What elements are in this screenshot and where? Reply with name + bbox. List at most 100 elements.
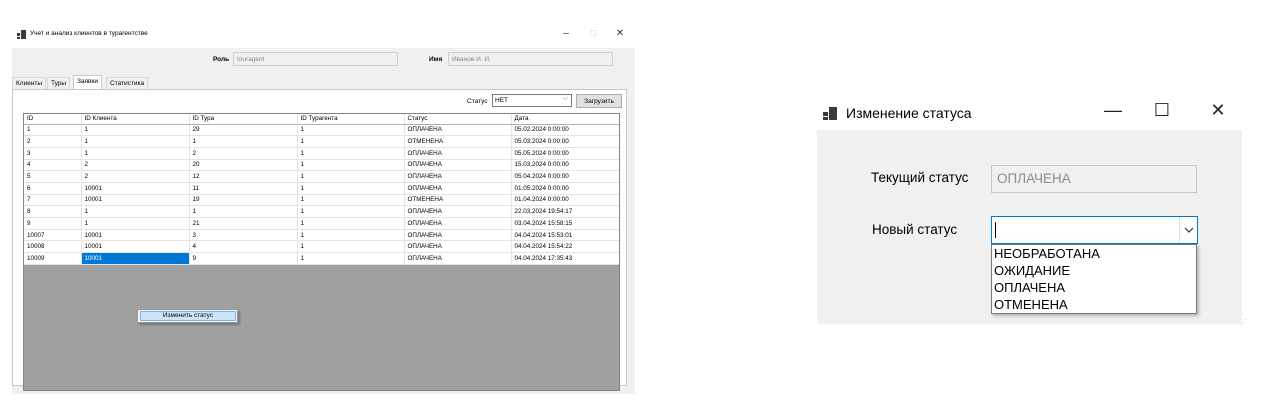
- new-status-dropdown-button[interactable]: [1179, 217, 1197, 243]
- table-cell[interactable]: 1: [297, 170, 405, 183]
- dialog-close-button[interactable]: ✕: [1206, 100, 1230, 121]
- table-cell[interactable]: 3: [189, 229, 298, 242]
- table-cell[interactable]: 1: [81, 217, 190, 230]
- table-cell[interactable]: 1: [297, 182, 405, 195]
- tab-requests[interactable]: Заявки: [73, 75, 102, 89]
- resize-grip-icon[interactable]: ⋰: [1240, 318, 1247, 326]
- table-cell[interactable]: 1: [189, 205, 298, 218]
- table-cell[interactable]: ОТМЕНЕНА: [404, 194, 512, 207]
- table-cell[interactable]: 10001: [81, 252, 190, 265]
- table-cell[interactable]: 1: [81, 205, 190, 218]
- table-cell[interactable]: 1: [297, 217, 405, 230]
- table-cell[interactable]: 1: [81, 135, 190, 148]
- dialog-minimize-button[interactable]: —: [1101, 100, 1125, 121]
- table-cell[interactable]: 1: [297, 124, 405, 137]
- table-cell[interactable]: ОПЛАЧЕНА: [404, 159, 512, 172]
- table-cell[interactable]: ОПЛАЧЕНА: [404, 147, 512, 160]
- table-cell[interactable]: 12: [189, 170, 298, 183]
- load-button[interactable]: Загрузить: [576, 94, 622, 108]
- table-cell[interactable]: 19: [189, 194, 298, 207]
- table-cell[interactable]: ОПЛАЧЕНА: [404, 240, 512, 254]
- table-cell[interactable]: 9: [24, 217, 82, 230]
- table-row[interactable]: 8 1 1 1 ОПЛАЧЕНА 22.03.2024 19:54:17: [24, 205, 619, 218]
- table-cell[interactable]: 10001: [81, 229, 190, 242]
- table-cell[interactable]: 2: [189, 147, 298, 160]
- name-field[interactable]: Иванов И. И.: [448, 52, 613, 66]
- table-cell[interactable]: ОТМЕНЕНА: [404, 135, 512, 148]
- requests-grid[interactable]: ID ID Клиента ID Тура ID Турагента Статус Дат…: [23, 113, 620, 391]
- table-row[interactable]: 10009 10001 9 1 ОПЛАЧЕНА 04.04.2024 17:35:43: [24, 252, 619, 265]
- change-status-menu-item[interactable]: Изменить статус: [140, 311, 236, 321]
- table-cell[interactable]: 1: [189, 135, 298, 148]
- tab-clients[interactable]: Клиенты: [12, 77, 47, 89]
- new-status-combo[interactable]: [991, 216, 1198, 244]
- table-cell[interactable]: 04.04.2024 15:53:01: [511, 229, 619, 242]
- table-row[interactable]: 4 2 20 1 ОПЛАЧЕНА 15.03.2024 0:00:00: [24, 159, 619, 172]
- option-unprocessed[interactable]: НЕОБРАБОТАНА: [992, 245, 1196, 262]
- table-row[interactable]: 9 1 21 1 ОПЛАЧЕНА 03.04.2024 15:58:15: [24, 217, 619, 230]
- table-cell[interactable]: ОПЛАЧЕНА: [404, 182, 512, 195]
- table-cell[interactable]: 5: [24, 170, 82, 183]
- table-row[interactable]: 6 10001 11 1 ОПЛАЧЕНА 01.05.2024 0:00:00: [24, 182, 619, 195]
- maximize-button[interactable]: □: [586, 28, 600, 39]
- table-cell[interactable]: 10001: [81, 240, 190, 254]
- tab-tours[interactable]: Туры: [47, 77, 71, 89]
- table-cell[interactable]: 8: [24, 205, 82, 218]
- table-cell[interactable]: ОПЛАЧЕНА: [404, 217, 512, 230]
- column-header[interactable]: ID Клиента: [81, 114, 190, 125]
- table-cell[interactable]: 1: [81, 147, 190, 160]
- table-cell[interactable]: 4: [189, 240, 298, 254]
- table-row[interactable]: 10007 10001 3 1 ОПЛАЧЕНА 04.04.2024 15:53:01: [24, 229, 619, 242]
- table-row[interactable]: 10008 10001 4 1 ОПЛАЧЕНА 04.04.2024 15:54:22: [24, 240, 619, 254]
- column-header[interactable]: ID Тура: [189, 114, 298, 125]
- table-cell[interactable]: 10001: [81, 182, 190, 195]
- table-cell[interactable]: 2: [81, 170, 190, 183]
- table-cell[interactable]: 05.05.2024 0:00:00: [511, 147, 619, 160]
- table-cell[interactable]: 7: [24, 194, 82, 207]
- table-cell[interactable]: ОПЛАЧЕНА: [404, 124, 512, 137]
- table-cell[interactable]: 29: [189, 124, 298, 137]
- table-cell[interactable]: ОПЛАЧЕНА: [404, 229, 512, 242]
- table-cell[interactable]: 1: [297, 159, 405, 172]
- minimize-button[interactable]: –: [559, 28, 573, 39]
- table-cell[interactable]: 1: [297, 135, 405, 148]
- table-cell[interactable]: 10009: [24, 252, 82, 265]
- table-cell[interactable]: 6: [24, 182, 82, 195]
- table-row[interactable]: 5 2 12 1 ОПЛАЧЕНА 05.04.2024 0:00:00: [24, 170, 619, 183]
- table-cell[interactable]: 1: [297, 205, 405, 218]
- table-cell[interactable]: 04.04.2024 17:35:43: [511, 252, 619, 265]
- table-row[interactable]: 3 1 2 1 ОПЛАЧЕНА 05.05.2024 0:00:00: [24, 147, 619, 160]
- column-header[interactable]: ID: [24, 114, 82, 125]
- table-cell[interactable]: 20: [189, 159, 298, 172]
- table-cell[interactable]: 1: [297, 229, 405, 242]
- column-header[interactable]: ID Турагента: [297, 114, 405, 125]
- table-cell[interactable]: 03.04.2024 15:58:15: [511, 217, 619, 230]
- close-button[interactable]: ✕: [613, 28, 627, 39]
- status-filter-combo[interactable]: НЕТ ⌵: [492, 94, 572, 107]
- option-cancelled[interactable]: ОТМЕНЕНА: [992, 296, 1196, 313]
- option-paid[interactable]: ОПЛАЧЕНА: [992, 279, 1196, 296]
- table-cell[interactable]: 2: [24, 135, 82, 148]
- column-header[interactable]: Дата: [511, 114, 619, 125]
- table-cell[interactable]: 01.05.2024 0:00:00: [511, 182, 619, 195]
- table-cell[interactable]: 2: [81, 159, 190, 172]
- table-cell[interactable]: 1: [297, 194, 405, 207]
- table-cell[interactable]: 10008: [24, 240, 82, 254]
- table-row[interactable]: 1 1 29 1 ОПЛАЧЕНА 05.02.2024 0:00:00: [24, 124, 619, 137]
- table-cell[interactable]: 1: [297, 147, 405, 160]
- main-title-bar[interactable]: Учет и анализ клиентов в турагентстве – …: [8, 22, 635, 48]
- table-cell[interactable]: 21: [189, 217, 298, 230]
- table-cell[interactable]: ОПЛАЧЕНА: [404, 170, 512, 183]
- table-cell[interactable]: 4: [24, 159, 82, 172]
- table-cell[interactable]: 15.03.2024 0:00:00: [511, 159, 619, 172]
- table-cell[interactable]: 9: [189, 252, 298, 265]
- table-cell[interactable]: 01.04.2024 0:00:00: [511, 194, 619, 207]
- table-cell[interactable]: 1: [297, 252, 405, 265]
- table-cell[interactable]: ОПЛАЧЕНА: [404, 205, 512, 218]
- dialog-maximize-button[interactable]: ☐: [1150, 100, 1174, 121]
- table-cell[interactable]: 22.03.2024 19:54:17: [511, 205, 619, 218]
- role-field[interactable]: touragent: [233, 52, 398, 66]
- table-cell[interactable]: 11: [189, 182, 298, 195]
- tab-statistics[interactable]: Статистика: [106, 77, 149, 89]
- option-waiting[interactable]: ОЖИДАНИЕ: [992, 262, 1196, 279]
